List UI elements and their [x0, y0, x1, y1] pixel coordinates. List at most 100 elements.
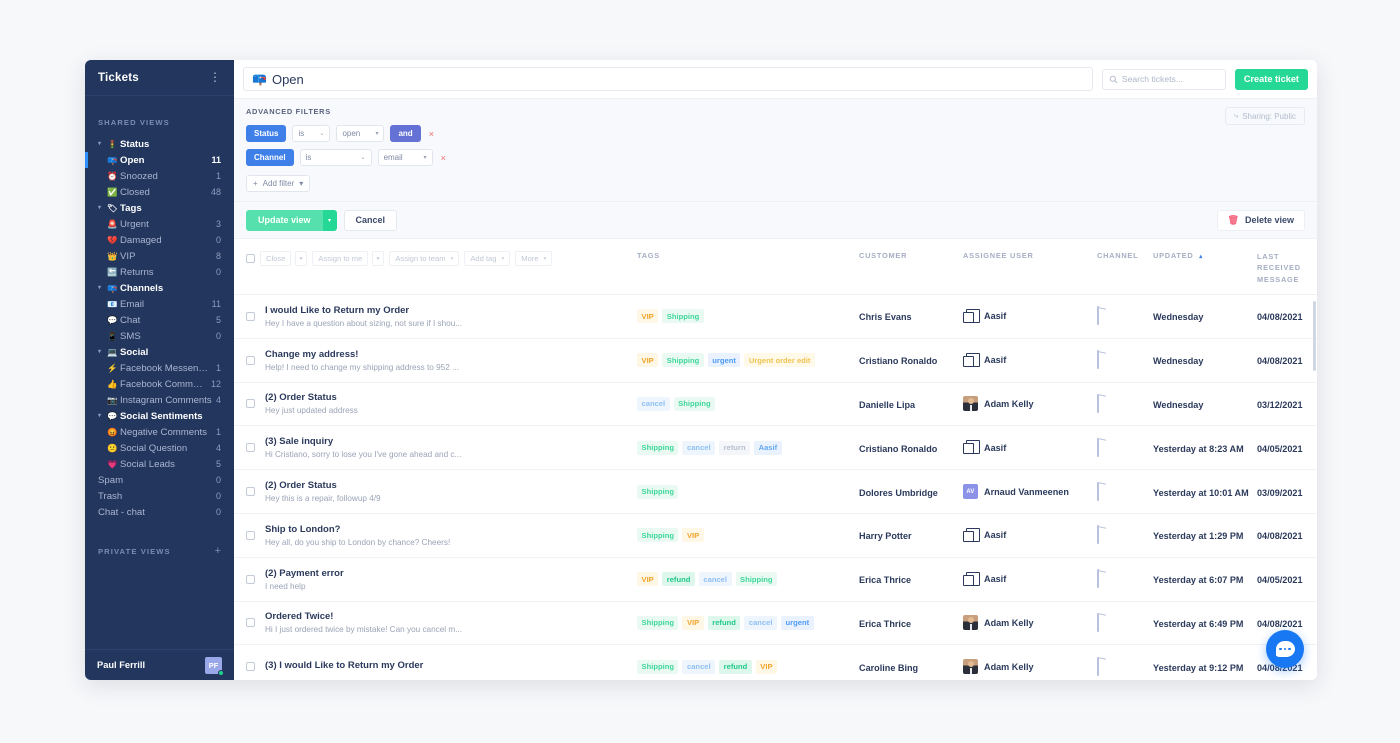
row-checkbox[interactable]	[246, 530, 255, 540]
tag-badge[interactable]: VIP	[682, 615, 704, 630]
sidebar-item-facebook-comments[interactable]: 👍 Facebook Comments 12	[85, 376, 234, 392]
table-row[interactable]: (2) Order Status Hey this is a repair, fo…	[234, 470, 1317, 514]
sidebar-group-tags[interactable]: ▾ 🏷 Tags	[85, 200, 234, 216]
more-button[interactable]: More ▾	[515, 251, 553, 266]
tag-badge[interactable]: Shipping	[735, 572, 778, 587]
tag-badge[interactable]: VIP	[755, 659, 778, 674]
row-subject-cell[interactable]: (2) Payment error I need help	[234, 568, 637, 591]
create-ticket-button[interactable]: Create ticket	[1234, 68, 1308, 90]
table-row[interactable]: I would Like to Return my Order Hey I hav…	[234, 295, 1317, 339]
tag-badge[interactable]: VIP	[637, 353, 659, 368]
assign-to-team-button[interactable]: Assign to team ▾	[389, 251, 460, 266]
update-view-button[interactable]: Update view	[246, 209, 323, 231]
tag-badge[interactable]: refund	[707, 615, 741, 630]
sidebar-item-spam[interactable]: Spam 0	[85, 472, 234, 488]
assign-to-me-caret[interactable]: ▾	[372, 251, 385, 266]
tag-badge[interactable]: Shipping	[662, 353, 704, 368]
sidebar-item-trash[interactable]: Trash 0	[85, 488, 234, 504]
add-tag-button[interactable]: Add tag ▾	[464, 251, 511, 266]
remove-filter-icon[interactable]: ×	[427, 129, 436, 139]
search-input[interactable]	[1121, 74, 1219, 84]
tag-badge[interactable]: VIP	[682, 528, 704, 543]
column-header-updated[interactable]: UPDATED ▴	[1153, 251, 1257, 260]
filter-operator-select[interactable]: is ⌄	[292, 125, 331, 142]
row-subject-cell[interactable]: Ship to London? Hey all, do you ship to L…	[234, 524, 637, 547]
tag-badge[interactable]: Shipping	[662, 309, 704, 324]
filter-conjunction-chip[interactable]: and	[390, 125, 421, 142]
row-checkbox[interactable]	[246, 443, 255, 453]
bulk-close-button[interactable]: Close	[260, 251, 292, 266]
row-checkbox[interactable]	[246, 487, 255, 497]
update-view-caret-button[interactable]: ▾	[322, 209, 337, 231]
tag-badge[interactable]: urgent	[707, 353, 741, 368]
table-row[interactable]: Ship to London? Hey all, do you ship to L…	[234, 514, 1317, 558]
sidebar-group-social[interactable]: ▾ 💻 Social	[85, 344, 234, 360]
row-checkbox[interactable]	[246, 355, 255, 365]
tag-badge[interactable]: cancel	[682, 659, 716, 674]
bulk-close-caret[interactable]: ▾	[295, 251, 308, 266]
tag-badge[interactable]: Shipping	[637, 528, 679, 543]
assign-to-me-button[interactable]: Assign to me	[312, 251, 369, 266]
sidebar-item-chat[interactable]: 💬 Chat 5	[85, 312, 234, 328]
sidebar-item-sms[interactable]: 📱 SMS 0	[85, 328, 234, 344]
column-header-customer[interactable]: CUSTOMER	[859, 251, 963, 260]
row-checkbox[interactable]	[246, 618, 255, 628]
tag-badge[interactable]: Shipping	[673, 396, 716, 411]
sidebar-item-facebook-messenger[interactable]: ⚡ Facebook Messenger 1	[85, 360, 234, 376]
sidebar-menu-icon[interactable]: ⋮	[209, 71, 221, 83]
sidebar-item-snoozed[interactable]: ⏰ Snoozed 1	[85, 168, 234, 184]
sidebar-item-email[interactable]: 📧 Email 11	[85, 296, 234, 312]
filter-operator-select[interactable]: is ⌄	[299, 149, 372, 166]
row-checkbox[interactable]	[246, 399, 255, 409]
filter-value-select[interactable]: email ▾	[377, 149, 433, 166]
view-name-input[interactable]: 📪 Open	[243, 67, 1093, 91]
chat-bubble-icon[interactable]	[1266, 630, 1304, 668]
table-row[interactable]: (2) Order Status Hey just updated address…	[234, 383, 1317, 427]
sidebar-item-damaged[interactable]: 💔 Damaged 0	[85, 232, 234, 248]
add-filter-button[interactable]: + Add filter ▾	[246, 175, 311, 192]
sidebar-item-urgent[interactable]: 🚨 Urgent 3	[85, 216, 234, 232]
sidebar-item-vip[interactable]: 👑 VIP 8	[85, 248, 234, 264]
table-row[interactable]: (2) Payment error I need help VIP refund can…	[234, 558, 1317, 602]
tag-badge[interactable]: VIP	[637, 309, 659, 324]
sidebar-item-negative-comments[interactable]: 😡 Negative Comments 1	[85, 424, 234, 440]
tag-badge[interactable]: refund	[719, 659, 752, 674]
sidebar-group-status[interactable]: ▾ 🚦 Status	[85, 136, 234, 152]
tag-badge[interactable]: Shipping	[637, 659, 679, 674]
table-row[interactable]: (3) Sale inquiry Hi Cristiano, sorry to l…	[234, 426, 1317, 471]
tag-badge[interactable]: return	[719, 440, 751, 455]
sidebar-item-chat-chat[interactable]: Chat - chat 0	[85, 504, 234, 520]
cancel-button[interactable]: Cancel	[343, 209, 398, 231]
tag-badge[interactable]: VIP	[637, 572, 659, 587]
table-row[interactable]: (3) I would Like to Return my Order Shipp…	[234, 645, 1317, 680]
column-header-channel[interactable]: CHANNEL	[1097, 251, 1153, 260]
sidebar-item-social-question[interactable]: 😕 Social Question 4	[85, 440, 234, 456]
search-box[interactable]	[1101, 68, 1226, 90]
remove-filter-icon[interactable]: ×	[439, 153, 448, 163]
sidebar-item-open[interactable]: 📪 Open 11	[85, 152, 234, 168]
sharing-badge[interactable]: ⤷ Sharing: Public	[1224, 107, 1305, 125]
row-subject-cell[interactable]: Ordered Twice! Hi I just ordered twice by…	[234, 611, 637, 634]
row-checkbox[interactable]	[246, 662, 255, 672]
sidebar-user[interactable]: Paul Ferrill PF	[85, 649, 234, 680]
tag-badge[interactable]: urgent	[781, 615, 814, 630]
filter-field-chip[interactable]: Status	[246, 125, 287, 142]
row-checkbox[interactable]	[246, 574, 255, 584]
sidebar-item-instagram-comments[interactable]: 📷 Instagram Comments 4	[85, 392, 234, 408]
row-checkbox[interactable]	[246, 311, 255, 321]
filter-value-select[interactable]: open ▾	[336, 125, 385, 142]
tag-badge[interactable]: Aasif	[754, 440, 782, 455]
sidebar-item-closed[interactable]: ✅ Closed 48	[85, 184, 234, 200]
row-subject-cell[interactable]: (2) Order Status Hey this is a repair, fo…	[234, 480, 637, 503]
tag-badge[interactable]: cancel	[744, 615, 778, 630]
table-row[interactable]: Ordered Twice! Hi I just ordered twice by…	[234, 602, 1317, 646]
tag-badge[interactable]: cancel	[637, 396, 670, 411]
tag-badge[interactable]: cancel	[698, 572, 732, 587]
tag-badge[interactable]: Shipping	[637, 615, 679, 630]
sidebar-item-returns[interactable]: 🔙 Returns 0	[85, 264, 234, 280]
sidebar-group-channels[interactable]: ▾ 📪 Channels	[85, 280, 234, 296]
column-header-tags[interactable]: TAGS	[637, 251, 859, 260]
row-subject-cell[interactable]: I would Like to Return my Order Hey I hav…	[234, 305, 637, 328]
row-subject-cell[interactable]: (3) Sale inquiry Hi Cristiano, sorry to l…	[234, 436, 637, 459]
filter-field-chip[interactable]: Channel	[246, 149, 294, 166]
